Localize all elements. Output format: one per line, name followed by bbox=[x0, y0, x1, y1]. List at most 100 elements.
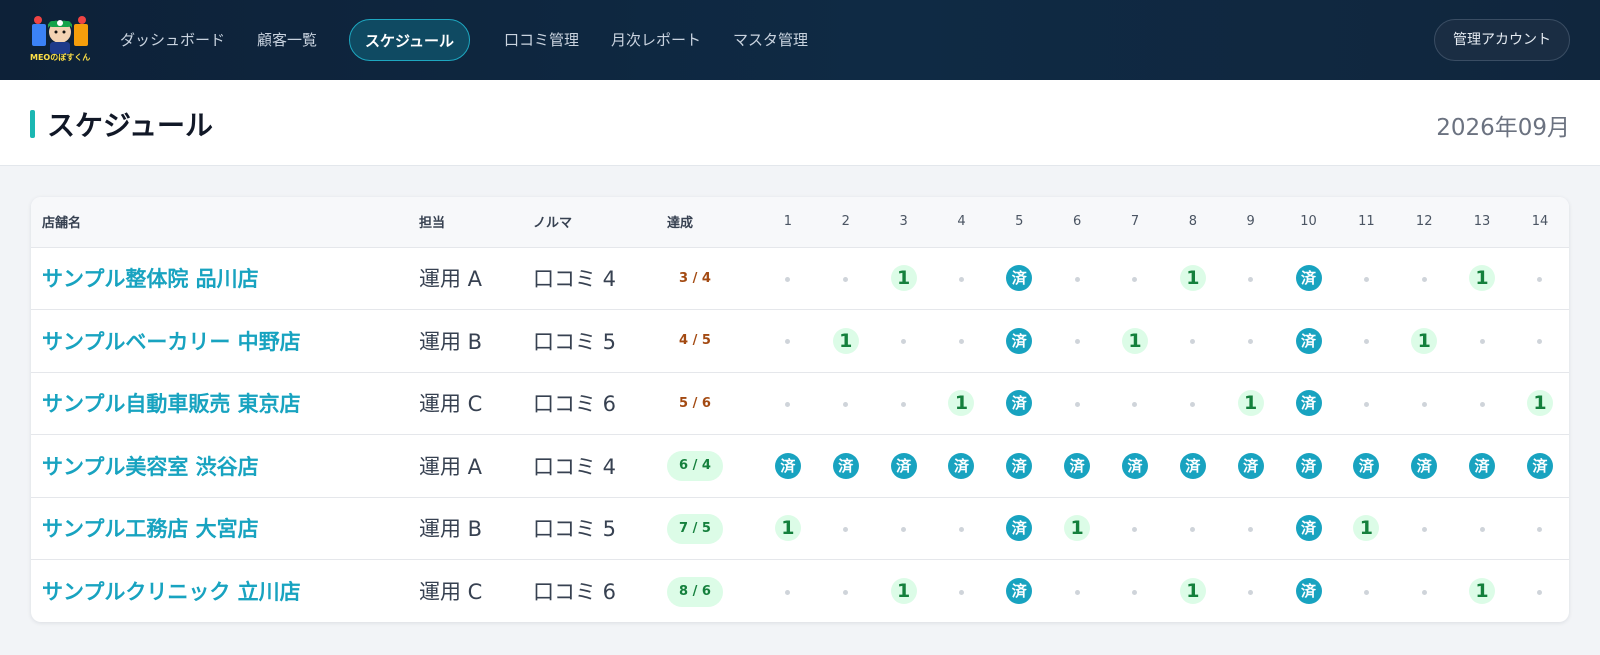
schedule-day-cell[interactable]: 済 bbox=[1279, 496, 1338, 560]
store-name-link[interactable]: サンプルベーカリー 中野店 bbox=[42, 330, 301, 354]
schedule-day-cell[interactable] bbox=[932, 309, 991, 372]
table-row[interactable]: サンプル整体院 品川店 運用 A 口コミ 4 3 / 4 1 済 1 済 1 bbox=[31, 246, 1569, 310]
schedule-day-cell[interactable]: 1 bbox=[1163, 559, 1222, 622]
table-row[interactable]: サンプルベーカリー 中野店 運用 B 口コミ 5 4 / 5 1 済 1 済 1 bbox=[31, 309, 1569, 372]
store-name-link[interactable]: サンプル工務店 大宮店 bbox=[42, 517, 259, 541]
schedule-day-cell[interactable]: 1 bbox=[1337, 496, 1396, 560]
store-name-link[interactable]: サンプルクリニック 立川店 bbox=[42, 580, 301, 604]
schedule-day-cell[interactable] bbox=[1510, 496, 1569, 560]
schedule-day-cell[interactable]: 済 bbox=[1279, 309, 1338, 372]
schedule-day-cell[interactable]: 済 bbox=[1163, 434, 1222, 497]
schedule-day-cell[interactable]: 1 bbox=[932, 371, 991, 435]
nav-monthly-report[interactable]: 月次レポート bbox=[595, 19, 717, 61]
schedule-day-cell[interactable] bbox=[816, 246, 875, 310]
schedule-day-cell[interactable]: 済 bbox=[1279, 371, 1338, 435]
schedule-day-cell[interactable]: 済 bbox=[990, 246, 1049, 310]
schedule-day-cell[interactable]: 済 bbox=[1279, 559, 1338, 622]
nav-customers[interactable]: 顧客一覧 bbox=[241, 19, 333, 61]
schedule-day-cell[interactable] bbox=[1395, 371, 1454, 435]
schedule-day-cell[interactable] bbox=[1048, 559, 1107, 622]
schedule-day-cell[interactable]: 1 bbox=[816, 309, 875, 372]
schedule-day-cell[interactable] bbox=[874, 496, 933, 560]
schedule-day-cell[interactable]: 済 bbox=[1279, 246, 1338, 310]
table-row[interactable]: サンプルクリニック 立川店 運用 C 口コミ 6 8 / 6 1 済 1 済 1 bbox=[31, 559, 1569, 622]
schedule-day-cell[interactable] bbox=[759, 246, 817, 310]
schedule-day-cell[interactable]: 済 bbox=[990, 496, 1049, 560]
schedule-day-cell[interactable]: 済 bbox=[1279, 434, 1338, 497]
schedule-day-cell[interactable]: 1 bbox=[1395, 309, 1454, 372]
schedule-day-cell[interactable] bbox=[759, 371, 817, 435]
schedule-day-cell[interactable] bbox=[932, 496, 991, 560]
schedule-day-cell[interactable] bbox=[1048, 309, 1107, 372]
nav-schedule[interactable]: スケジュール bbox=[349, 19, 470, 61]
schedule-day-cell[interactable]: 済 bbox=[990, 559, 1049, 622]
schedule-day-cell[interactable] bbox=[1221, 309, 1280, 372]
schedule-day-cell[interactable]: 済 bbox=[1337, 434, 1396, 497]
schedule-day-cell[interactable] bbox=[1510, 559, 1569, 622]
schedule-day-cell[interactable] bbox=[1453, 371, 1511, 435]
schedule-day-cell[interactable] bbox=[1221, 559, 1280, 622]
schedule-day-cell[interactable] bbox=[1337, 559, 1396, 622]
schedule-day-cell[interactable]: 済 bbox=[1453, 434, 1511, 497]
schedule-day-cell[interactable] bbox=[1163, 309, 1222, 372]
schedule-day-cell[interactable]: 済 bbox=[1221, 434, 1280, 497]
schedule-day-cell[interactable] bbox=[1453, 496, 1511, 560]
table-row[interactable]: サンプル美容室 渋谷店 運用 A 口コミ 4 6 / 4 済 済 済 済 済 済 済 済 済 済 済 済 済 済 bbox=[31, 434, 1569, 497]
schedule-day-cell[interactable] bbox=[1510, 309, 1569, 372]
schedule-day-cell[interactable]: 済 bbox=[816, 434, 875, 497]
schedule-day-cell[interactable] bbox=[1048, 246, 1107, 310]
schedule-day-cell[interactable]: 1 bbox=[1510, 371, 1569, 435]
table-row[interactable]: サンプル自動車販売 東京店 運用 C 口コミ 6 5 / 6 1 済 1 済 1 bbox=[31, 371, 1569, 435]
schedule-day-cell[interactable]: 1 bbox=[1106, 309, 1164, 372]
schedule-day-cell[interactable] bbox=[759, 559, 817, 622]
store-name-link[interactable]: サンプル整体院 品川店 bbox=[42, 267, 259, 291]
schedule-day-cell[interactable] bbox=[1163, 496, 1222, 560]
app-logo[interactable]: MEOのぼすくん bbox=[30, 14, 90, 64]
schedule-day-cell[interactable] bbox=[1106, 559, 1164, 622]
schedule-day-cell[interactable] bbox=[816, 371, 875, 435]
schedule-day-cell[interactable]: 1 bbox=[1453, 559, 1511, 622]
schedule-day-cell[interactable] bbox=[1395, 496, 1454, 560]
schedule-day-cell[interactable]: 1 bbox=[874, 559, 933, 622]
schedule-day-cell[interactable]: 済 bbox=[874, 434, 933, 497]
schedule-day-cell[interactable]: 1 bbox=[1163, 246, 1222, 310]
schedule-day-cell[interactable] bbox=[1337, 246, 1396, 310]
schedule-day-cell[interactable] bbox=[1106, 496, 1164, 560]
schedule-day-cell[interactable]: 済 bbox=[1106, 434, 1164, 497]
schedule-day-cell[interactable] bbox=[1106, 371, 1164, 435]
schedule-day-cell[interactable] bbox=[874, 309, 933, 372]
schedule-day-cell[interactable] bbox=[1395, 559, 1454, 622]
schedule-day-cell[interactable]: 済 bbox=[1048, 434, 1107, 497]
schedule-day-cell[interactable]: 済 bbox=[759, 434, 817, 497]
schedule-day-cell[interactable] bbox=[1510, 246, 1569, 310]
schedule-day-cell[interactable]: 1 bbox=[1221, 371, 1280, 435]
schedule-day-cell[interactable] bbox=[932, 246, 991, 310]
table-row[interactable]: サンプル工務店 大宮店 運用 B 口コミ 5 7 / 5 1 済 1 済 1 bbox=[31, 496, 1569, 560]
schedule-day-cell[interactable] bbox=[1163, 371, 1222, 435]
schedule-day-cell[interactable]: 済 bbox=[932, 434, 991, 497]
schedule-day-cell[interactable] bbox=[1221, 246, 1280, 310]
schedule-day-cell[interactable]: 済 bbox=[990, 434, 1049, 497]
schedule-day-cell[interactable] bbox=[1106, 246, 1164, 310]
nav-dashboard[interactable]: ダッシュボード bbox=[104, 19, 241, 61]
schedule-day-cell[interactable] bbox=[874, 371, 933, 435]
store-name-link[interactable]: サンプル自動車販売 東京店 bbox=[42, 392, 301, 416]
nav-reviews[interactable]: 口コミ管理 bbox=[488, 19, 595, 61]
account-button[interactable]: 管理アカウント bbox=[1434, 19, 1570, 61]
schedule-day-cell[interactable]: 1 bbox=[874, 246, 933, 310]
schedule-day-cell[interactable]: 済 bbox=[1395, 434, 1454, 497]
schedule-day-cell[interactable] bbox=[1395, 246, 1454, 310]
schedule-day-cell[interactable] bbox=[816, 559, 875, 622]
store-name-link[interactable]: サンプル美容室 渋谷店 bbox=[42, 455, 259, 479]
schedule-day-cell[interactable] bbox=[1221, 496, 1280, 560]
schedule-day-cell[interactable] bbox=[1337, 371, 1396, 435]
schedule-day-cell[interactable]: 1 bbox=[1048, 496, 1107, 560]
schedule-day-cell[interactable] bbox=[1453, 309, 1511, 372]
schedule-day-cell[interactable] bbox=[759, 309, 817, 372]
schedule-day-cell[interactable]: 1 bbox=[1453, 246, 1511, 310]
schedule-day-cell[interactable]: 済 bbox=[990, 309, 1049, 372]
schedule-day-cell[interactable] bbox=[1337, 309, 1396, 372]
nav-master[interactable]: マスタ管理 bbox=[717, 19, 824, 61]
schedule-day-cell[interactable]: 1 bbox=[759, 496, 817, 560]
schedule-day-cell[interactable]: 済 bbox=[1510, 434, 1569, 497]
